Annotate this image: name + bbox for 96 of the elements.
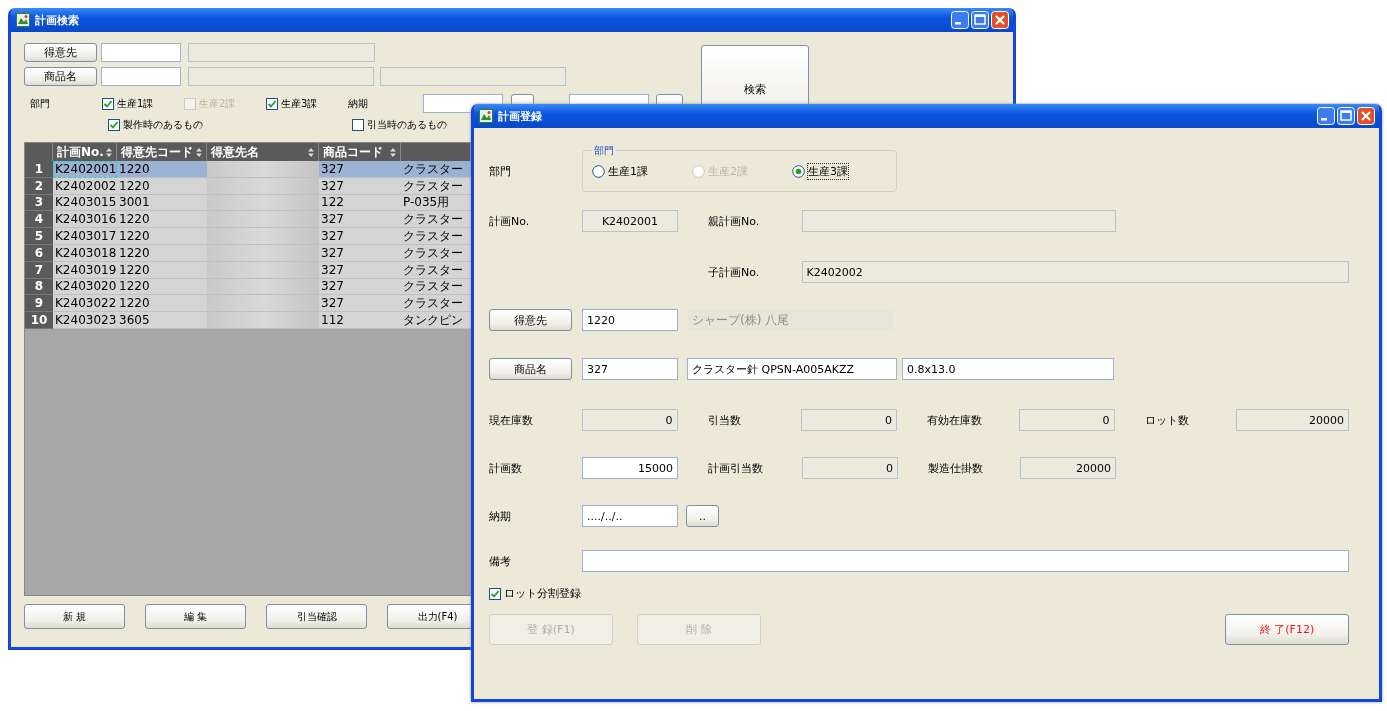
checkbox[interactable]	[352, 119, 364, 131]
field-label: 現在庫数	[489, 412, 534, 428]
table-cell: クラスター	[401, 211, 471, 229]
input-field[interactable]	[101, 43, 181, 62]
customer-button[interactable]: 得意先	[489, 309, 572, 331]
number-field: 0	[1018, 409, 1115, 431]
maximize-icon[interactable]	[971, 11, 989, 29]
checkbox[interactable]	[102, 97, 114, 110]
field-label: 製造仕掛数	[928, 460, 984, 476]
table-cell: タンクピン	[401, 312, 471, 329]
field-label: 子計画No.	[708, 264, 761, 280]
input-field[interactable]: 327	[582, 358, 678, 380]
checkbox-label: 生産3課	[281, 96, 318, 111]
checkbox-label: 製作時のあるもの	[123, 118, 203, 132]
field-label: 計画引当数	[708, 460, 764, 476]
field-label: 計画数	[489, 460, 523, 476]
field-label: 引当数	[707, 412, 742, 428]
number-field: 20000	[1020, 457, 1116, 479]
table-cell: クラスター	[401, 228, 471, 245]
radio-button[interactable]	[592, 164, 605, 178]
close-icon[interactable]	[1357, 107, 1375, 125]
minimize-icon[interactable]	[951, 11, 969, 29]
table-cell: K2403022	[53, 295, 117, 313]
app-icon	[16, 13, 30, 27]
table-cell: クラスター	[401, 295, 471, 313]
date-picker-button[interactable]: ..	[686, 505, 719, 527]
field-label: ロット数	[1144, 412, 1190, 428]
column-header[interactable]: 得意先コード	[117, 143, 207, 161]
action-button[interactable]: 終 了(F12)	[1225, 614, 1349, 645]
sort-icon	[106, 147, 112, 157]
table-cell: 112	[319, 312, 401, 329]
table-cell: K2402001	[53, 161, 117, 178]
sort-icon	[196, 147, 202, 157]
field-label: 計画No.	[489, 213, 531, 229]
sort-icon	[390, 147, 396, 157]
row-number[interactable]: 9	[25, 295, 53, 313]
close-icon[interactable]	[991, 11, 1009, 29]
table-cell: 1220	[117, 211, 207, 229]
table-cell: 3605	[117, 312, 207, 329]
table-cell: クラスター	[401, 161, 471, 178]
action-button[interactable]: 新 規	[24, 604, 125, 629]
table-cell: 327	[319, 228, 401, 245]
number-field: 0	[802, 457, 898, 479]
row-number[interactable]: 1	[25, 161, 53, 178]
field-label: 親計画No.	[708, 213, 761, 229]
table-cell: 1220	[117, 295, 207, 313]
window-title: 計画検索	[35, 12, 79, 28]
group-legend: 部門	[592, 144, 616, 158]
checkbox[interactable]	[108, 119, 120, 131]
minimize-icon[interactable]	[1317, 107, 1335, 125]
number-field: 0	[801, 409, 898, 431]
table-cell: 327	[319, 295, 401, 313]
table-cell: 327	[319, 161, 401, 178]
product-button[interactable]: 商品名	[24, 67, 97, 86]
table-cell: K2403023	[53, 312, 117, 329]
checkbox-label: 生産1課	[117, 96, 154, 111]
table-cell: K2402002	[53, 177, 117, 195]
row-number[interactable]: 5	[25, 228, 53, 245]
maximize-icon[interactable]	[1337, 107, 1355, 125]
checkbox[interactable]	[489, 587, 501, 600]
input-field[interactable]: 1220	[582, 309, 678, 331]
number-field: 0	[581, 409, 678, 431]
table-cell: 327	[319, 211, 401, 229]
column-header[interactable]: 得意先名	[207, 143, 319, 161]
field-label: 納期	[489, 508, 512, 524]
table-cell: K2403017	[53, 228, 117, 245]
input-field[interactable]	[101, 67, 181, 86]
radio-label: 生産3課	[808, 163, 848, 179]
sort-icon	[308, 147, 314, 157]
checkbox[interactable]	[266, 97, 278, 110]
table-cell: 1220	[117, 161, 207, 178]
window-title: 計画登録	[498, 108, 542, 124]
product-button[interactable]: 商品名	[489, 358, 572, 380]
field-label: 納期	[348, 96, 369, 111]
checkbox-label: 引当時のあるもの	[367, 118, 447, 132]
radio-label: 生産1課	[608, 163, 648, 179]
column-header[interactable]: 商品コード	[319, 143, 401, 161]
checkbox-label: ロット分割登録	[504, 586, 581, 601]
customer-button[interactable]: 得意先	[24, 43, 97, 62]
remarks-field[interactable]	[581, 550, 1349, 572]
field-label: 部門	[489, 163, 512, 179]
date-field[interactable]: ..../../..	[582, 505, 678, 527]
app-icon	[479, 109, 493, 123]
field-label: 備考	[489, 553, 512, 569]
action-button[interactable]: 編 集	[145, 604, 246, 629]
field-label: 部門	[29, 96, 51, 111]
row-number[interactable]: 4	[25, 211, 53, 229]
row-number[interactable]: 10	[25, 312, 53, 329]
action-button[interactable]: 引当確認	[266, 604, 367, 629]
column-header[interactable]: 計画No.	[53, 143, 117, 161]
field-label: 有効在庫数	[927, 412, 984, 428]
number-field: 20000	[1236, 409, 1349, 431]
table-cell: 1220	[117, 228, 207, 245]
number-field[interactable]: 15000	[582, 457, 678, 479]
table-cell: K2403016	[53, 211, 117, 229]
radio-button[interactable]	[792, 164, 805, 178]
